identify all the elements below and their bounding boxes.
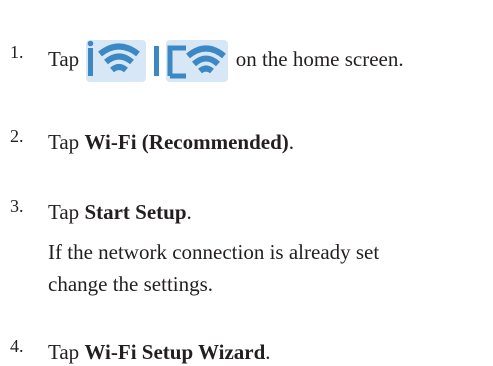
step-number: 4.	[10, 336, 24, 356]
menu-item-name: Wi-Fi Setup Wizard	[84, 340, 266, 364]
step-verb: Tap	[48, 340, 80, 364]
note-line: If the network connection is already set	[48, 240, 380, 264]
note-line: change the settings.	[48, 272, 214, 296]
step-verb: Tap	[48, 47, 80, 71]
step-suffix: on the home screen.	[235, 47, 404, 71]
step-suffix: .	[265, 340, 271, 364]
step-text: Tap on the home screen.	[48, 40, 404, 82]
step-note: If the network connection is already set…	[48, 236, 379, 300]
step-text: Tap Start Setup.	[48, 200, 192, 224]
step-text: Tap Wi-Fi (Recommended).	[48, 130, 294, 154]
step-verb: Tap	[48, 130, 80, 154]
menu-item-name: Start Setup	[84, 200, 187, 224]
menu-item-name: Wi-Fi (Recommended)	[84, 130, 289, 154]
step-verb: Tap	[48, 200, 80, 224]
wifi-status-icon	[86, 40, 229, 82]
step-number: 3.	[10, 196, 24, 216]
step-number: 1.	[10, 42, 24, 62]
step-suffix: .	[288, 130, 295, 154]
step-suffix: .	[186, 200, 192, 224]
wifi-icon-pair	[86, 40, 229, 82]
step-number: 2.	[10, 126, 24, 146]
manual-page: 1. Tap on the home screen. 2. Tap Wi-Fi …	[0, 0, 493, 366]
step-text: Tap Wi-Fi Setup Wizard.	[48, 340, 271, 364]
